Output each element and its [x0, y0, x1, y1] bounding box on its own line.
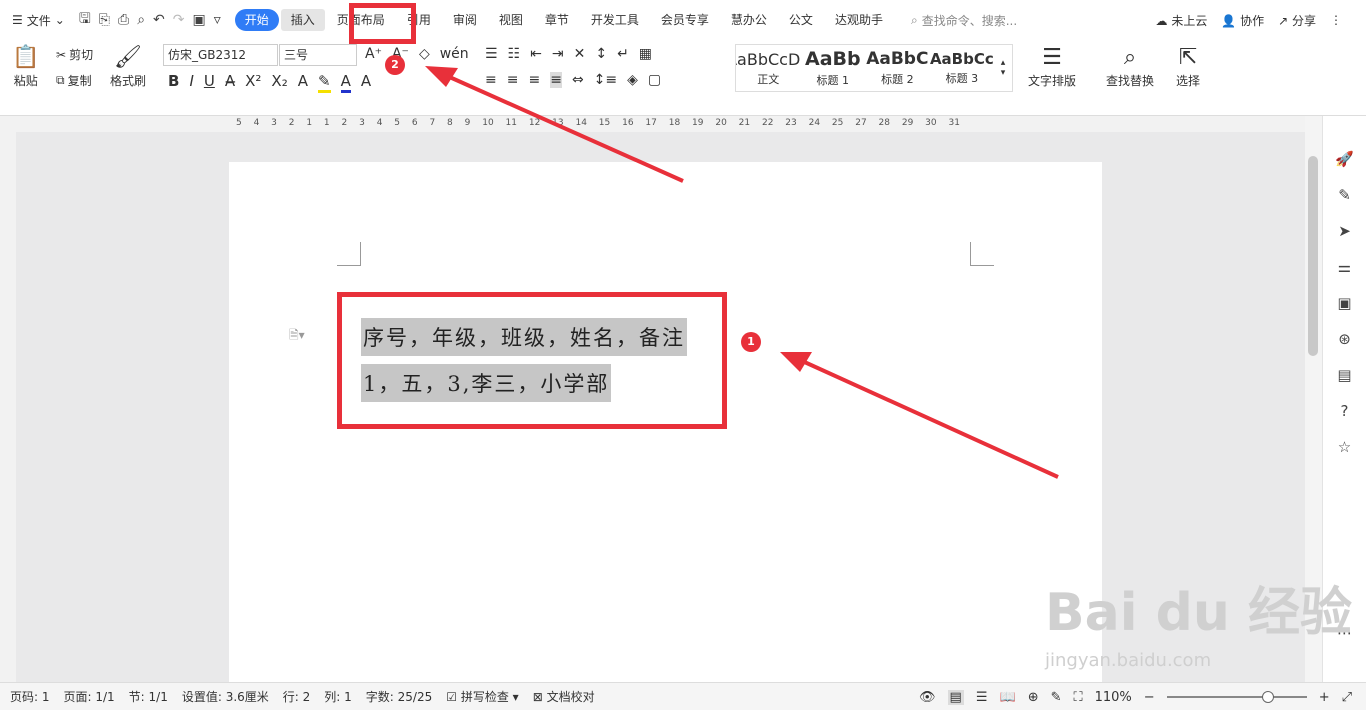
reading-view-icon[interactable]: 📖 [1000, 690, 1016, 705]
doc-proof-label: 文档校对 [546, 690, 595, 704]
scrollbar-thumb[interactable] [1308, 156, 1318, 356]
status-setting[interactable]: 设置值: 3.6厘米 [182, 688, 269, 705]
spell-check-label: 拼写检查 [460, 690, 509, 704]
web-view-icon[interactable]: ⊕ [1028, 690, 1039, 705]
image-icon[interactable]: ▣ [1337, 294, 1351, 312]
outline-view-icon[interactable]: ☰ [976, 690, 988, 705]
zoom-in-button[interactable]: + [1319, 690, 1330, 705]
rocket-icon[interactable]: 🚀 [1335, 150, 1354, 168]
zoom-slider[interactable] [1166, 691, 1307, 703]
status-section[interactable]: 节: 1/1 [129, 688, 168, 705]
status-page-code[interactable]: 页码: 1 [10, 688, 50, 705]
arrow-1-line [799, 358, 1059, 479]
page-view-icon[interactable]: ▤ [947, 689, 964, 705]
status-words[interactable]: 字数: 25/25 [366, 688, 432, 705]
eye-protect-icon[interactable]: 👁 [919, 690, 936, 705]
compass-icon[interactable]: ⊛ [1338, 330, 1351, 348]
fullscreen-icon[interactable]: ⤢ [1342, 690, 1352, 705]
watermark-logo: Bai du 经验 [1045, 583, 1352, 643]
arrow-2-line [444, 73, 684, 183]
pen-icon[interactable]: ✎ [1338, 186, 1351, 204]
status-right: 👁 ▤ ☰ 📖 ⊕ ✎ ⛶ 110% − + ⤢ [919, 683, 1352, 710]
help-icon[interactable]: ? [1341, 402, 1349, 420]
status-bar: 页码: 1 页面: 1/1 节: 1/1 设置值: 3.6厘米 行: 2 列: … [0, 682, 1366, 710]
book-icon[interactable]: ▤ [1337, 366, 1351, 384]
zoom-level[interactable]: 110% [1095, 690, 1132, 705]
write-mode-icon[interactable]: ✎ [1051, 690, 1062, 705]
fit-page-icon[interactable]: ⛶ [1074, 690, 1083, 705]
zoom-out-button[interactable]: − [1144, 690, 1155, 705]
status-col[interactable]: 列: 1 [324, 688, 352, 705]
status-row[interactable]: 行: 2 [283, 688, 311, 705]
bookmark-icon[interactable]: ☆ [1338, 438, 1351, 456]
watermark-url: jingyan.baidu.com [1045, 650, 1212, 671]
status-page[interactable]: 页面: 1/1 [64, 688, 115, 705]
doc-proof-button[interactable]: ⊠ 文档校对 [533, 688, 595, 705]
spell-check-button[interactable]: ☑ 拼写检查 ▾ [446, 688, 518, 705]
zoom-knob[interactable] [1261, 691, 1274, 703]
pointer-icon[interactable]: ➤ [1338, 222, 1351, 240]
sliders-icon[interactable]: ⚌ [1338, 258, 1351, 276]
